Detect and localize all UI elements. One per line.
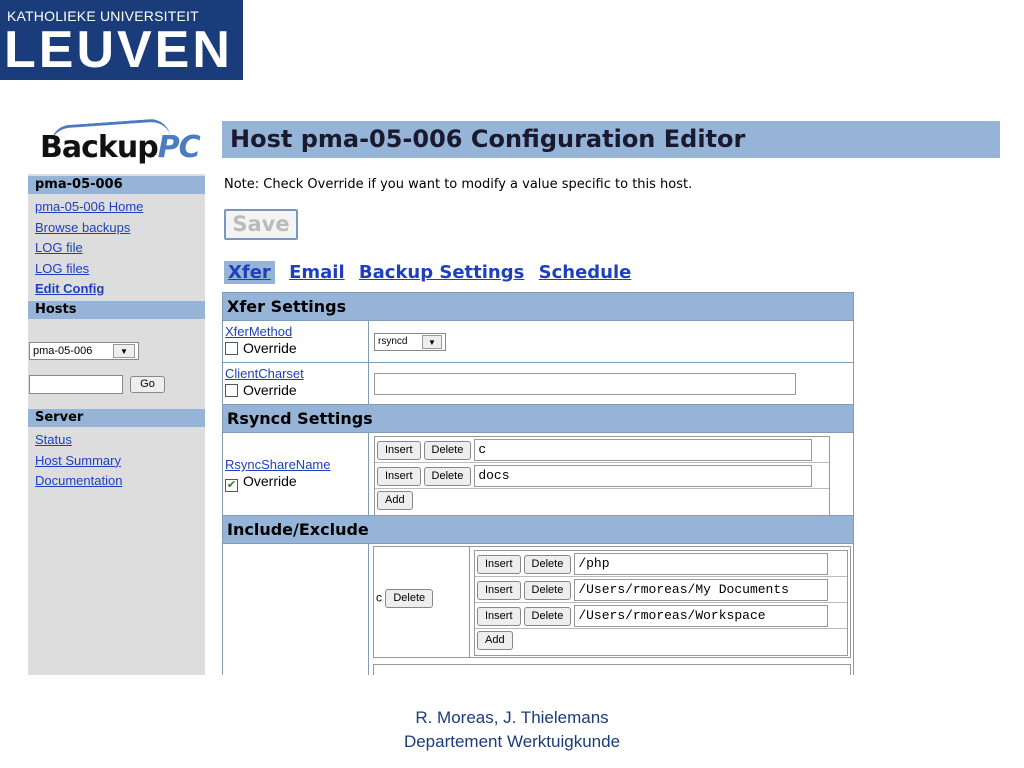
chevron-down-icon[interactable]: ▼ [422,335,442,349]
override-checkbox-xfer-method[interactable] [225,342,238,355]
backuppc-screenshot: BackupPC pma-05-006 pma-05-006 Home Brow… [28,112,1000,675]
link-browse-backups[interactable]: Browse backups [35,218,143,239]
row-xfer-method: XferMethod Override rsyncd ▼ [223,321,853,363]
insert-button[interactable]: Insert [377,466,421,486]
override-label: Override [243,382,297,398]
tab-xfer[interactable]: Xfer [224,261,275,284]
delete-button[interactable]: Delete [523,580,572,600]
chevron-down-icon[interactable]: ▼ [113,344,135,358]
client-charset-link[interactable]: ClientCharset [225,366,366,381]
list-item: Insert Delete docs [375,463,829,489]
link-log-file[interactable]: LOG file [35,238,143,259]
sidebar: BackupPC pma-05-006 pma-05-006 Home Brow… [28,112,205,675]
client-charset-input[interactable] [374,373,796,395]
insert-button[interactable]: Insert [377,440,421,460]
include-path-input[interactable]: /Users/rmoreas/Workspace [574,605,829,627]
link-status[interactable]: Status [35,430,122,451]
include-path-input[interactable]: /Users/rmoreas/My Documents [574,579,829,601]
section-include-exclude: Include/Exclude [223,516,853,544]
delete-button[interactable]: Delete [523,606,572,626]
logo-text-backup: Backup [40,130,159,165]
rsync-share-name-link[interactable]: RsyncShareName [225,457,366,472]
link-host-home[interactable]: pma-05-006 Home [35,197,143,218]
link-host-summary[interactable]: Host Summary [35,451,122,472]
config-tabs: Xfer Email Backup Settings Schedule [224,261,639,284]
include-path-input[interactable]: /php [574,553,829,575]
config-table: Xfer Settings XferMethod Override rsyncd… [222,292,854,675]
delete-button[interactable]: Delete [423,440,472,460]
delete-button[interactable]: Delete [385,589,434,608]
save-button[interactable]: Save [224,209,298,240]
host-select-value: pma-05-006 [33,345,93,357]
host-select[interactable]: pma-05-006 ▼ [29,342,139,360]
list-item: Insert Delete/Users/rmoreas/Workspace [475,603,847,629]
row-rsync-share-name: RsyncShareName ✔ Override Insert Delete c I… [223,433,853,516]
include-group-next [373,664,851,675]
list-item: Insert Delete/php [475,551,847,577]
add-button[interactable]: Add [377,491,413,510]
host-search-input[interactable] [29,375,123,394]
logo-text-pc: PC [157,130,201,165]
row-client-charset: ClientCharset Override [223,363,853,405]
sidebar-host-header: pma-05-006 [28,176,205,194]
rsync-share-input[interactable]: docs [474,465,813,487]
link-documentation[interactable]: Documentation [35,471,122,492]
override-note: Note: Check Override if you want to modi… [224,177,693,192]
list-item: Insert Delete/Users/rmoreas/My Documents [475,577,847,603]
main-content: Host pma-05-006 Configuration Editor Not… [222,112,1000,675]
go-button[interactable]: Go [130,376,165,393]
host-links: pma-05-006 Home Browse backups LOG file … [35,197,143,300]
include-key: c [376,590,382,605]
xfer-method-select[interactable]: rsyncd ▼ [374,333,446,351]
section-xfer-settings: Xfer Settings [223,293,853,321]
sidebar-server-header: Server [28,409,205,427]
tab-schedule[interactable]: Schedule [539,262,632,283]
row-include-exclude: c Delete Insert Delete/php Insert Delete/U… [223,544,853,675]
page-title: Host pma-05-006 Configuration Editor [222,121,1000,158]
sidebar-hosts-header: Hosts [28,301,205,319]
footer-authors: R. Moreas, J. Thielemans [415,708,609,727]
tab-backup-settings[interactable]: Backup Settings [359,262,524,283]
override-label: Override [243,340,297,356]
link-edit-config[interactable]: Edit Config [35,279,143,300]
include-path-list: Insert Delete/php Insert Delete/Users/rmor… [474,550,848,656]
section-rsyncd-settings: Rsyncd Settings [223,405,853,433]
logo-big-text: LEUVEN [4,21,233,79]
rsync-share-input[interactable]: c [474,439,813,461]
add-button[interactable]: Add [477,631,513,650]
insert-button[interactable]: Insert [477,580,521,600]
server-links: Status Host Summary Documentation [35,430,122,492]
include-group: c Delete Insert Delete/php Insert Delete/U… [373,546,851,658]
list-item: Insert Delete c [375,437,829,463]
rsync-share-list: Insert Delete c Insert Delete docs Add [374,436,830,516]
delete-button[interactable]: Delete [423,466,472,486]
tab-email[interactable]: Email [289,262,345,283]
xfer-method-link[interactable]: XferMethod [225,324,366,339]
link-log-files[interactable]: LOG files [35,259,143,280]
override-checkbox-rsync-share[interactable]: ✔ [225,479,238,492]
override-checkbox-client-charset[interactable] [225,384,238,397]
override-label: Override [243,473,297,489]
footer-department: Departement Werktuigkunde [403,732,621,751]
xfer-method-value: rsyncd [378,336,408,347]
backuppc-logo: BackupPC [28,112,205,174]
list-item: Add [475,629,847,655]
slide-footer: R. Moreas, J. Thielemans Departement Wer… [0,706,1024,754]
ku-leuven-logo: KATHOLIEKE UNIVERSITEIT LEUVEN [0,0,243,80]
list-item: Add [375,489,829,515]
insert-button[interactable]: Insert [477,554,521,574]
delete-button[interactable]: Delete [523,554,572,574]
insert-button[interactable]: Insert [477,606,521,626]
